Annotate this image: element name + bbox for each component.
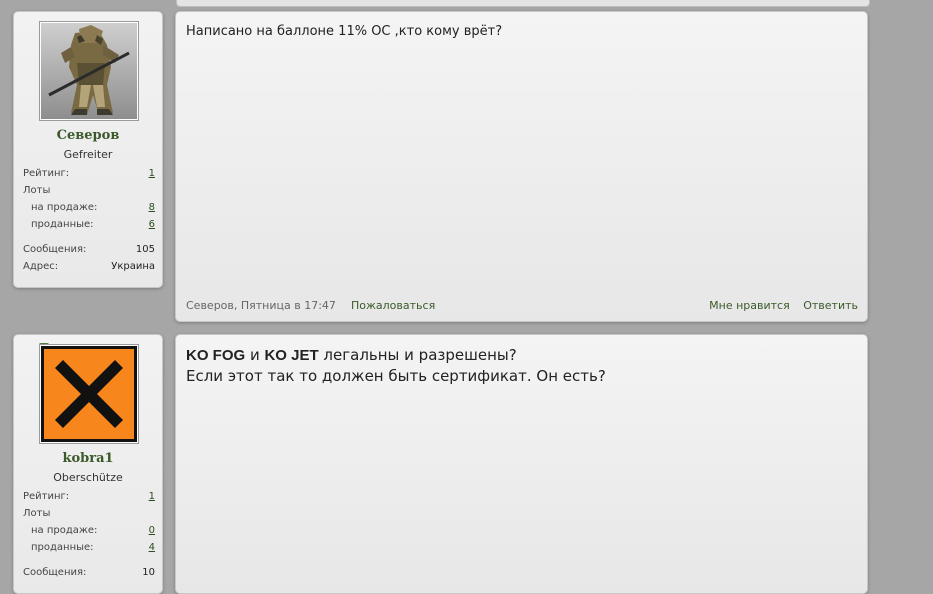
stat-for-sale: на продаже: 0 xyxy=(23,525,155,539)
sold-link[interactable]: 6 xyxy=(149,219,155,230)
stat-label: Рейтинг: xyxy=(23,491,70,502)
stat-label: Сообщения: xyxy=(23,244,87,255)
product-name: KO FOG xyxy=(186,347,246,364)
messages-count: 105 xyxy=(135,244,155,255)
username[interactable]: Северов xyxy=(14,128,162,143)
username[interactable]: kobra1 xyxy=(14,451,162,466)
message-body: Написано на баллоне 11% OC ,кто кому врё… xyxy=(175,11,868,322)
rating-link[interactable]: 1 xyxy=(149,168,155,179)
stat-label: на продаже: xyxy=(31,525,98,536)
stat-rating: Рейтинг: 1 xyxy=(23,491,155,505)
stat-for-sale: на продаже: 8 xyxy=(23,202,155,216)
user-rank: Gefreiter xyxy=(63,148,113,161)
sold-link[interactable]: 4 xyxy=(149,542,155,553)
question-text: легальны и разрешены? xyxy=(318,346,517,364)
avatar[interactable] xyxy=(39,344,139,444)
for-sale-link[interactable]: 0 xyxy=(149,525,155,536)
post-actions: Мне нравится Ответить xyxy=(709,299,858,312)
messages-count: 10 xyxy=(142,567,155,578)
like-link[interactable]: Мне нравится xyxy=(709,299,790,312)
user-info-panel: Северов Gefreiter Рейтинг: 1 Лоты на про… xyxy=(13,11,163,288)
user-info-panel: kobra1 Oberschütze Рейтинг: 1 Лоты на пр… xyxy=(13,334,163,594)
stat-label: Рейтинг: xyxy=(23,168,70,179)
stat-label: Адрес: xyxy=(23,261,59,272)
message-body: KO FOG и KO JET легальны и разрешены? Ес… xyxy=(175,334,868,594)
post-meta[interactable]: Северов, Пятница в 17:47 xyxy=(186,299,336,312)
stat-sold: проданные: 4 xyxy=(23,542,155,556)
message-line-1: KO FOG и KO JET легальны и разрешены? xyxy=(186,345,606,366)
stat-label: Сообщения: xyxy=(23,567,87,578)
avatar[interactable] xyxy=(39,21,139,121)
rating-link[interactable]: 1 xyxy=(149,491,155,502)
stat-label: Лоты xyxy=(23,185,51,196)
stat-lots: Лоты xyxy=(23,508,155,522)
for-sale-link[interactable]: 8 xyxy=(149,202,155,213)
stat-label: проданные: xyxy=(31,542,94,553)
message-footer: Северов, Пятница в 17:47 Пожаловаться Мн… xyxy=(186,299,858,313)
address-value: Украина xyxy=(111,261,155,272)
message-text: Написано на баллоне 11% OC ,кто кому врё… xyxy=(186,24,503,39)
conjunction: и xyxy=(245,346,265,364)
report-link[interactable]: Пожаловаться xyxy=(351,299,435,312)
product-name: KO JET xyxy=(264,347,319,364)
reply-link[interactable]: Ответить xyxy=(803,299,858,312)
stat-sold: проданные: 6 xyxy=(23,219,155,233)
sniper-avatar-icon xyxy=(41,23,137,119)
stat-rating: Рейтинг: 1 xyxy=(23,168,155,182)
hazard-x-icon xyxy=(41,346,137,442)
user-rank: Oberschütze xyxy=(53,471,123,484)
stat-label: проданные: xyxy=(31,219,94,230)
stat-messages: Сообщения: 105 xyxy=(23,244,155,258)
stat-label: на продаже: xyxy=(31,202,98,213)
message-text: KO FOG и KO JET легальны и разрешены? Ес… xyxy=(186,345,606,387)
stat-lots: Лоты xyxy=(23,185,155,199)
stat-messages: Сообщения: 10 xyxy=(23,567,155,581)
previous-post-bottom-edge xyxy=(176,0,870,7)
stat-label: Лоты xyxy=(23,508,51,519)
stat-address: Адрес: Украина xyxy=(23,261,155,275)
message-line-2: Если этот так то должен быть сертификат.… xyxy=(186,367,606,385)
